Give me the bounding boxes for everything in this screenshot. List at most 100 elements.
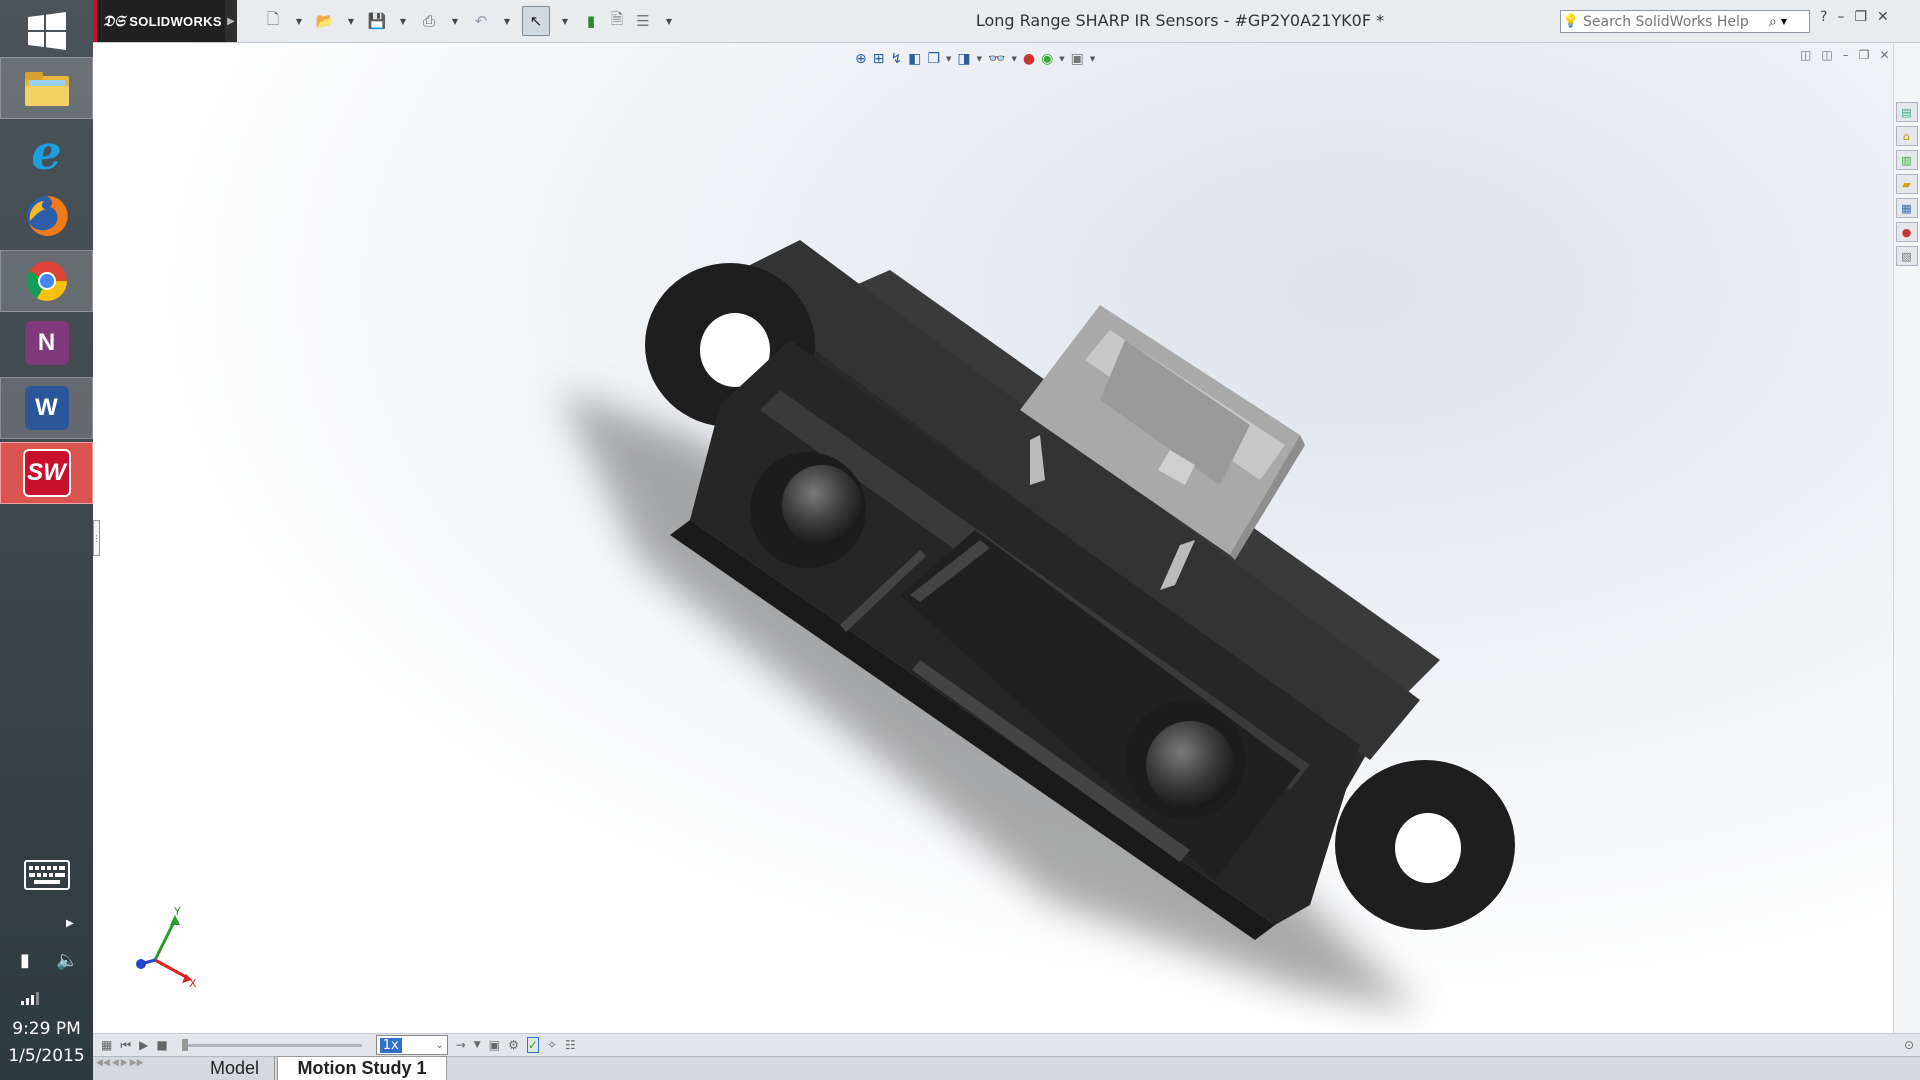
- hide-show-dropdown[interactable]: ▼: [1011, 55, 1016, 63]
- tile-horizontal-icon[interactable]: ◫: [1800, 48, 1811, 62]
- playback-slider[interactable]: [181, 1038, 362, 1051]
- collapse-motion-manager-icon[interactable]: ⊙: [1904, 1038, 1914, 1052]
- new-document-dropdown[interactable]: ▼: [288, 7, 310, 35]
- apply-scene-icon[interactable]: ◉: [1041, 51, 1053, 67]
- view-orientation-dropdown[interactable]: ▼: [946, 55, 951, 63]
- power-icon[interactable]: ▮: [20, 950, 30, 971]
- edit-appearance-icon[interactable]: ●: [1023, 51, 1035, 67]
- 3d-model-view[interactable]: Y X: [93, 43, 1893, 1033]
- volume-icon[interactable]: 🔈: [56, 950, 78, 971]
- options-dropdown[interactable]: ▼: [658, 7, 680, 35]
- feature-manager-collapse-handle[interactable]: ⋮: [93, 520, 101, 556]
- triad-x-label: X: [189, 977, 197, 990]
- playback-speed-select[interactable]: 1x ⌄: [375, 1035, 448, 1055]
- stop-icon[interactable]: ■: [156, 1038, 167, 1052]
- prev-tab-icon[interactable]: ◀: [112, 1058, 119, 1068]
- minimize-button[interactable]: –: [1837, 9, 1844, 25]
- tile-vertical-icon[interactable]: ◫: [1821, 48, 1832, 62]
- options-button[interactable]: ☰: [632, 7, 654, 35]
- ds-logo-icon: 𝔇𝔖: [103, 12, 126, 30]
- help-icon[interactable]: ?: [1820, 9, 1827, 25]
- select-button[interactable]: ↖: [522, 6, 550, 36]
- open-dropdown[interactable]: ▼: [340, 7, 362, 35]
- section-view-icon[interactable]: ◧: [908, 51, 921, 67]
- help-search-box[interactable]: 💡 ⌕ ▼: [1560, 10, 1810, 33]
- print-button[interactable]: ⎙: [418, 7, 440, 35]
- first-tab-icon[interactable]: ◀◀: [96, 1058, 110, 1068]
- animation-wizard-icon[interactable]: ⚙: [508, 1038, 519, 1052]
- print-dropdown[interactable]: ▼: [444, 7, 466, 35]
- search-icon[interactable]: ⌕: [1769, 14, 1777, 30]
- play-from-start-icon[interactable]: ⏮: [120, 1038, 131, 1053]
- doc-restore-button[interactable]: ❐: [1859, 48, 1870, 62]
- playback-mode-dropdown[interactable]: ▼: [474, 1040, 481, 1050]
- touch-keyboard-button[interactable]: [0, 850, 93, 900]
- playback-mode-icon[interactable]: →: [456, 1038, 466, 1052]
- calculate-icon[interactable]: ▦: [101, 1038, 112, 1052]
- rebuild-button[interactable]: ▮: [580, 7, 602, 35]
- display-style-dropdown[interactable]: ▼: [977, 55, 982, 63]
- undo-button[interactable]: ↶: [470, 7, 492, 35]
- windows-start-button[interactable]: [0, 0, 93, 62]
- restore-button[interactable]: ❐: [1854, 9, 1867, 25]
- view-palette-tab[interactable]: ▰: [1895, 174, 1918, 194]
- file-explorer-tab[interactable]: ▥: [1895, 150, 1918, 170]
- view-settings-dropdown[interactable]: ▼: [1090, 55, 1095, 63]
- network-icon[interactable]: [20, 990, 40, 1005]
- taskbar-clock[interactable]: 9:29 PM 1/5/2015: [0, 1016, 93, 1070]
- new-document-button[interactable]: 🗋: [262, 7, 284, 35]
- select-dropdown[interactable]: ▼: [554, 7, 576, 35]
- graphics-area[interactable]: Y X: [93, 43, 1893, 1033]
- save-animation-icon[interactable]: ▣: [489, 1038, 500, 1052]
- solidworks-resources-tab[interactable]: ▤: [1895, 102, 1918, 122]
- tab-motion-study-1[interactable]: Motion Study 1: [277, 1056, 447, 1080]
- open-button[interactable]: 📂: [314, 7, 336, 35]
- custom-properties-tab-2[interactable]: ▧: [1895, 246, 1918, 266]
- tab-model[interactable]: Model: [195, 1056, 275, 1080]
- design-library-tab[interactable]: ⌂: [1895, 126, 1918, 146]
- zoom-to-fit-icon[interactable]: ⊕: [855, 51, 867, 67]
- taskbar-chrome[interactable]: [0, 250, 93, 312]
- motion-properties-icon[interactable]: ☷: [565, 1038, 576, 1052]
- save-dropdown[interactable]: ▼: [392, 7, 414, 35]
- file-properties-button[interactable]: 🗎: [606, 7, 628, 35]
- taskbar-solidworks[interactable]: SW: [0, 442, 93, 504]
- taskbar-firefox[interactable]: [0, 185, 93, 247]
- search-dropdown[interactable]: ▼: [1781, 17, 1787, 26]
- next-tab-icon[interactable]: ▶: [121, 1058, 128, 1068]
- hide-show-items-icon[interactable]: 👓: [988, 51, 1005, 67]
- save-icon: 💾: [367, 12, 387, 30]
- previous-view-icon[interactable]: ↯: [890, 51, 902, 67]
- play-icon[interactable]: ▶: [139, 1038, 148, 1052]
- cursor-arrow-icon: ↖: [529, 12, 543, 30]
- view-settings-icon[interactable]: ▣: [1071, 51, 1084, 67]
- add-key-icon[interactable]: ✧: [547, 1038, 557, 1052]
- save-button[interactable]: 💾: [366, 7, 388, 35]
- doc-close-button[interactable]: ✕: [1879, 48, 1889, 62]
- taskbar-onenote[interactable]: N: [0, 312, 93, 374]
- new-document-icon: 🗋: [266, 9, 280, 28]
- last-tab-icon[interactable]: ▶▶: [130, 1058, 144, 1068]
- apply-scene-dropdown[interactable]: ▼: [1059, 55, 1064, 63]
- search-input[interactable]: [1581, 12, 1765, 31]
- menu-flyout-arrow[interactable]: ▶: [225, 0, 237, 42]
- clock-date: 1/5/2015: [8, 1046, 85, 1066]
- appearances-tab[interactable]: ●: [1895, 222, 1918, 242]
- show-hidden-icons-arrow[interactable]: ▶: [66, 918, 74, 929]
- properties-icon: ▧: [1901, 249, 1912, 263]
- autokey-icon[interactable]: ✓: [526, 1037, 539, 1053]
- custom-properties-tab[interactable]: ▦: [1895, 198, 1918, 218]
- display-style-icon[interactable]: ◨: [957, 51, 970, 67]
- file-properties-icon: 🗎: [610, 9, 624, 28]
- doc-minimize-button[interactable]: –: [1843, 48, 1849, 62]
- close-button[interactable]: ✕: [1877, 9, 1889, 25]
- undo-dropdown[interactable]: ▼: [496, 7, 518, 35]
- taskbar-file-explorer[interactable]: [0, 57, 93, 119]
- taskbar-word[interactable]: W: [0, 377, 93, 439]
- taskbar-internet-explorer[interactable]: e: [0, 122, 93, 184]
- clock-time: 9:29 PM: [12, 1019, 81, 1039]
- solidworks-icon: SW: [22, 449, 71, 497]
- solidworks-logo[interactable]: 𝔇𝔖 SOLIDWORKS: [93, 0, 225, 42]
- dynamic-annotation-icon[interactable]: ❒: [927, 51, 940, 67]
- zoom-to-area-icon[interactable]: ⊞: [873, 51, 885, 67]
